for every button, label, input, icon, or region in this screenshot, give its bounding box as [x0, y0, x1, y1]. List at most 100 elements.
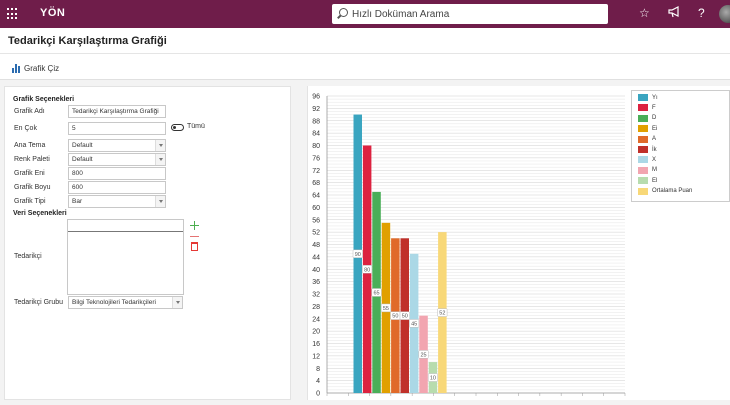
max-field[interactable]: 5	[68, 122, 166, 135]
supplier-group-value: Bilgi Teknolojileri Tedarikçileri	[72, 299, 156, 306]
chart-name-field[interactable]: Tedarikçi Karşılaştırma Grafiği	[68, 105, 166, 118]
legend-item[interactable]: İk	[638, 146, 657, 153]
trash-icon[interactable]	[191, 242, 198, 251]
app-logo[interactable]: YÖN	[40, 7, 65, 19]
legend-label: F	[652, 104, 656, 111]
legend-item[interactable]: X	[638, 156, 657, 164]
legend-item[interactable]: M	[638, 166, 657, 174]
data-label: 90	[355, 252, 361, 258]
megaphone-icon[interactable]	[668, 6, 681, 21]
y-tick-label: 68	[312, 180, 320, 187]
theme-value: Default	[72, 142, 93, 149]
theme-label: Ana Tema	[14, 142, 46, 149]
add-icon[interactable]	[190, 221, 199, 230]
legend-item[interactable]: F	[638, 104, 656, 112]
y-tick-label: 60	[312, 205, 320, 212]
legend-label: X	[652, 156, 657, 163]
legend-item[interactable]: Ortalama Puan	[638, 187, 692, 195]
palette-label: Renk Paleti	[14, 156, 50, 163]
data-options-heading: Veri Seçenekleri	[13, 210, 67, 217]
theme-select[interactable]: Default	[68, 139, 166, 152]
legend-label: M	[652, 167, 657, 174]
y-tick-label: 0	[316, 391, 320, 398]
legend-label: El	[652, 177, 658, 184]
y-tick-label: 8	[316, 366, 320, 373]
bar-chart-icon	[12, 63, 20, 73]
supplier-group-select[interactable]: Bilgi Teknolojileri Tedarikçileri	[68, 296, 183, 309]
bar-chart: 9692888480767268646056524844403632282420…	[312, 94, 626, 398]
search-input[interactable]	[352, 6, 602, 22]
supplier-label: Tedarikçi	[14, 253, 42, 260]
data-label: 50	[402, 314, 408, 320]
y-tick-label: 88	[312, 118, 320, 125]
legend-label: A	[652, 136, 657, 143]
chart-legend: Yı F D Ei A İk X M El Ortalama Puan	[631, 90, 730, 202]
legend-item[interactable]: D	[638, 114, 657, 122]
command-bar: Grafik Çiz	[0, 54, 730, 80]
chart-name-label: Grafik Adı	[14, 108, 45, 115]
data-label: 55	[383, 306, 389, 312]
legend-swatch	[638, 156, 648, 164]
legend-swatch	[638, 125, 648, 133]
supplier-group-label: Tedarikçi Grubu	[14, 299, 64, 306]
options-panel: Grafik Seçenekleri Grafik Adı Tedarikçi …	[4, 86, 291, 400]
width-label: Grafik Eni	[14, 170, 45, 177]
y-tick-label: 32	[312, 292, 320, 299]
help-icon[interactable]: ?	[698, 6, 705, 20]
y-tick-label: 36	[312, 279, 320, 286]
y-tick-label: 56	[312, 217, 320, 224]
all-toggle[interactable]	[171, 124, 184, 131]
apps-grid-icon[interactable]	[7, 8, 19, 20]
legend-swatch	[638, 146, 648, 153]
legend-item[interactable]: Ei	[638, 125, 658, 133]
draw-chart-button[interactable]: Grafik Çiz	[12, 61, 59, 75]
legend-swatch	[638, 94, 648, 101]
data-label: 50	[392, 314, 398, 320]
y-tick-label: 28	[312, 304, 320, 311]
palette-value: Default	[72, 156, 93, 163]
y-tick-label: 48	[312, 242, 320, 249]
supplier-input[interactable]	[68, 220, 183, 232]
type-select[interactable]: Bar	[68, 195, 166, 208]
data-label: 45	[411, 321, 417, 327]
chevron-down-icon	[155, 196, 165, 207]
page-title: Tedarikçi Karşılaştırma Grafiği	[8, 35, 167, 47]
legend-swatch	[638, 177, 648, 185]
legend-label: Ei	[652, 125, 658, 132]
legend-item[interactable]: Yı	[638, 94, 658, 101]
y-tick-label: 76	[312, 155, 320, 162]
legend-item[interactable]: A	[638, 135, 657, 143]
y-tick-label: 72	[312, 168, 320, 175]
data-label: 10	[430, 376, 436, 382]
data-label: 80	[364, 267, 370, 273]
width-field[interactable]: 800	[68, 167, 166, 180]
legend-swatch	[638, 135, 648, 143]
chevron-down-icon	[155, 154, 165, 165]
max-label: En Çok	[14, 125, 37, 132]
separator	[190, 236, 199, 237]
y-tick-label: 64	[312, 193, 320, 200]
y-tick-label: 92	[312, 106, 320, 113]
legend-swatch	[638, 104, 648, 112]
chevron-down-icon	[172, 297, 182, 308]
height-field[interactable]: 600	[68, 181, 166, 194]
palette-select[interactable]: Default	[68, 153, 166, 166]
y-tick-label: 24	[312, 316, 320, 323]
y-tick-label: 4	[316, 378, 320, 385]
y-tick-label: 44	[312, 254, 320, 261]
data-label: 25	[420, 352, 426, 358]
legend-swatch	[638, 166, 648, 174]
legend-item[interactable]: El	[638, 177, 658, 185]
legend-label: D	[652, 115, 657, 122]
star-icon[interactable]: ☆	[639, 6, 650, 20]
supplier-list[interactable]	[67, 219, 184, 295]
title-bar: Tedarikçi Karşılaştırma Grafiği	[0, 28, 730, 54]
type-value: Bar	[72, 198, 83, 205]
data-label: 65	[373, 290, 379, 296]
y-tick-label: 52	[312, 230, 320, 237]
all-toggle-label: Tümü	[187, 123, 205, 130]
y-tick-label: 84	[312, 131, 320, 138]
avatar[interactable]	[719, 5, 730, 23]
legend-swatch	[638, 114, 648, 122]
search-box[interactable]	[332, 4, 608, 24]
